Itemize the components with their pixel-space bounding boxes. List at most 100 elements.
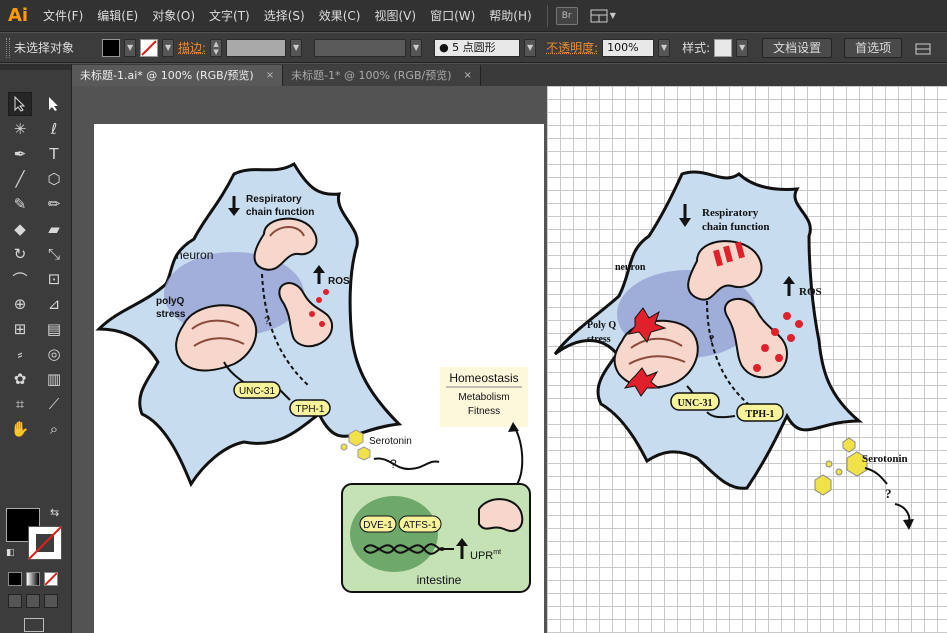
tab-document-2[interactable]: 未标题-1* @ 100% (RGB/预览) × [283, 65, 481, 86]
document-setup-button[interactable]: 文档设置 [762, 37, 833, 58]
ros-dot [753, 364, 761, 372]
menu-type[interactable]: 文字(T) [202, 0, 257, 32]
pen-tool-icon[interactable]: ✒ [8, 142, 32, 166]
polyq-line-1: Poly Q [587, 320, 616, 331]
stroke-weight-dropdown[interactable]: ▼ [290, 38, 303, 57]
respiratory-line-1: Respiratory [702, 207, 759, 219]
canvas-area[interactable]: Respiratory chain function neuron polyQ st… [72, 86, 947, 633]
menu-divider [546, 4, 548, 27]
graphic-style-swatch[interactable] [714, 38, 733, 57]
respiratory-line-2: chain function [246, 207, 314, 218]
draw-behind-icon[interactable] [26, 594, 40, 608]
serotonin-dot [340, 443, 348, 451]
close-icon[interactable]: × [464, 66, 472, 86]
serotonin-arrow [373, 457, 440, 471]
stroke-label[interactable]: 描边: [178, 39, 206, 56]
artboard-tool-icon[interactable]: ⌗ [8, 392, 32, 416]
arrange-icon[interactable] [914, 40, 932, 56]
slice-tool-icon[interactable]: ⟋ [42, 392, 66, 416]
workspace-switcher[interactable]: ▼ [590, 9, 616, 23]
hand-tool-icon[interactable]: ✋ [8, 417, 32, 441]
symbol-sprayer-tool-icon[interactable]: ✿ [8, 367, 32, 391]
blob-brush-tool-icon[interactable]: ◆ [8, 217, 32, 241]
menu-edit[interactable]: 编辑(E) [90, 0, 145, 32]
stroke-weight-field[interactable] [226, 38, 287, 57]
blend-tool-icon[interactable]: ◎ [42, 342, 66, 366]
bridge-button[interactable]: Br [555, 6, 578, 25]
homeostasis-item-metabolism: Metabolism [458, 392, 509, 403]
fill-dropdown[interactable]: ▼ [124, 38, 137, 57]
shape-builder-tool-icon[interactable]: ⊕ [8, 292, 32, 316]
mesh-tool-icon[interactable]: ⊞ [8, 317, 32, 341]
perspective-grid-tool-icon[interactable]: ⊿ [42, 292, 66, 316]
variable-width-dropdown[interactable]: ▼ [410, 38, 423, 57]
ros-dot [323, 289, 329, 295]
style-dropdown[interactable]: ▼ [736, 38, 749, 57]
serotonin-hexagon [357, 446, 371, 461]
scale-tool-icon[interactable]: ⤡ [42, 242, 66, 266]
swap-colors-icon[interactable]: ⇆ [50, 506, 59, 519]
opacity-field[interactable]: 100% [602, 38, 655, 57]
color-mode-buttons [8, 572, 58, 586]
brush-field[interactable]: ● 5 点圆形 [434, 38, 521, 57]
lasso-tool-icon[interactable]: ℓ [42, 117, 66, 141]
panel-grip-icon[interactable] [6, 37, 10, 58]
stroke-weight-stepper[interactable]: ▲ ▼ [210, 38, 223, 57]
eraser-tool-icon[interactable]: ▰ [42, 217, 66, 241]
pencil-tool-icon[interactable]: ✏ [42, 192, 66, 216]
polyq-line-2: stress [156, 309, 186, 320]
gradient-mode-icon[interactable] [26, 572, 40, 586]
stroke-dropdown[interactable]: ▼ [162, 38, 175, 57]
polygon-tool-icon[interactable]: ⬡ [42, 167, 66, 191]
direct-selection-tool-icon[interactable] [42, 92, 66, 116]
variable-width-field[interactable] [314, 38, 407, 57]
draw-inside-icon[interactable] [44, 594, 58, 608]
ros-label: ROS [328, 276, 350, 287]
intestine-mitochondrion [478, 498, 524, 532]
stroke-color-box[interactable] [28, 526, 62, 560]
ros-dot [316, 297, 322, 303]
paintbrush-tool-icon[interactable]: ✎ [8, 192, 32, 216]
free-transform-tool-icon[interactable]: ⊡ [42, 267, 66, 291]
illustrator-window: Ai 文件(F) 编辑(E) 对象(O) 文字(T) 选择(S) 效果(C) 视… [0, 0, 947, 633]
selection-tool-icon[interactable] [8, 92, 32, 116]
menu-file[interactable]: 文件(F) [36, 0, 90, 32]
gradient-tool-icon[interactable]: ▤ [42, 317, 66, 341]
zoom-tool-icon[interactable]: ⌕ [42, 417, 66, 441]
menu-help[interactable]: 帮助(H) [482, 0, 538, 32]
respiratory-line-2: chain function [702, 221, 770, 233]
eyedropper-tool-icon[interactable]: ⸗ [8, 342, 32, 366]
menu-object[interactable]: 对象(O) [145, 0, 202, 32]
menu-view[interactable]: 视图(V) [367, 0, 423, 32]
magic-wand-tool-icon[interactable]: ✳ [8, 117, 32, 141]
preferences-button[interactable]: 首选项 [844, 37, 903, 58]
fill-swatch[interactable] [102, 38, 121, 57]
artboard-left[interactable]: Respiratory chain function neuron polyQ st… [94, 124, 544, 633]
rotate-tool-icon[interactable]: ↻ [8, 242, 32, 266]
draw-normal-icon[interactable] [8, 594, 22, 608]
menu-window[interactable]: 窗口(W) [423, 0, 482, 32]
brush-dropdown[interactable]: ▼ [524, 38, 537, 57]
default-colors-icon[interactable]: ◧ [6, 548, 15, 558]
menu-select[interactable]: 选择(S) [257, 0, 312, 32]
stroke-swatch[interactable] [140, 38, 159, 57]
color-mode-icon[interactable] [8, 572, 22, 586]
screen-mode-icon[interactable] [24, 618, 44, 632]
column-graph-tool-icon[interactable]: ▥ [42, 367, 66, 391]
line-tool-icon[interactable]: ╱ [8, 167, 32, 191]
serotonin-dot [835, 468, 843, 476]
artboard-right[interactable]: Respiratory chain function neuron Poly Q s… [547, 86, 947, 633]
menu-effect[interactable]: 效果(C) [312, 0, 368, 32]
none-mode-icon[interactable] [44, 572, 58, 586]
opacity-label[interactable]: 不透明度: [546, 39, 598, 56]
close-icon[interactable]: × [266, 66, 274, 86]
width-tool-icon[interactable]: ⌒ [8, 267, 32, 291]
tph1-label: TPH-1 [296, 404, 325, 415]
up-arrow-to-homeostasis [513, 425, 524, 490]
opacity-dropdown[interactable]: ▼ [658, 38, 671, 57]
type-tool-icon[interactable]: T [42, 142, 66, 166]
tab-document-1[interactable]: 未标题-1.ai* @ 100% (RGB/预览) × [72, 65, 284, 86]
intestine-nucleus [350, 496, 438, 572]
ros-dot [783, 312, 791, 320]
serotonin-arrow [864, 467, 888, 485]
